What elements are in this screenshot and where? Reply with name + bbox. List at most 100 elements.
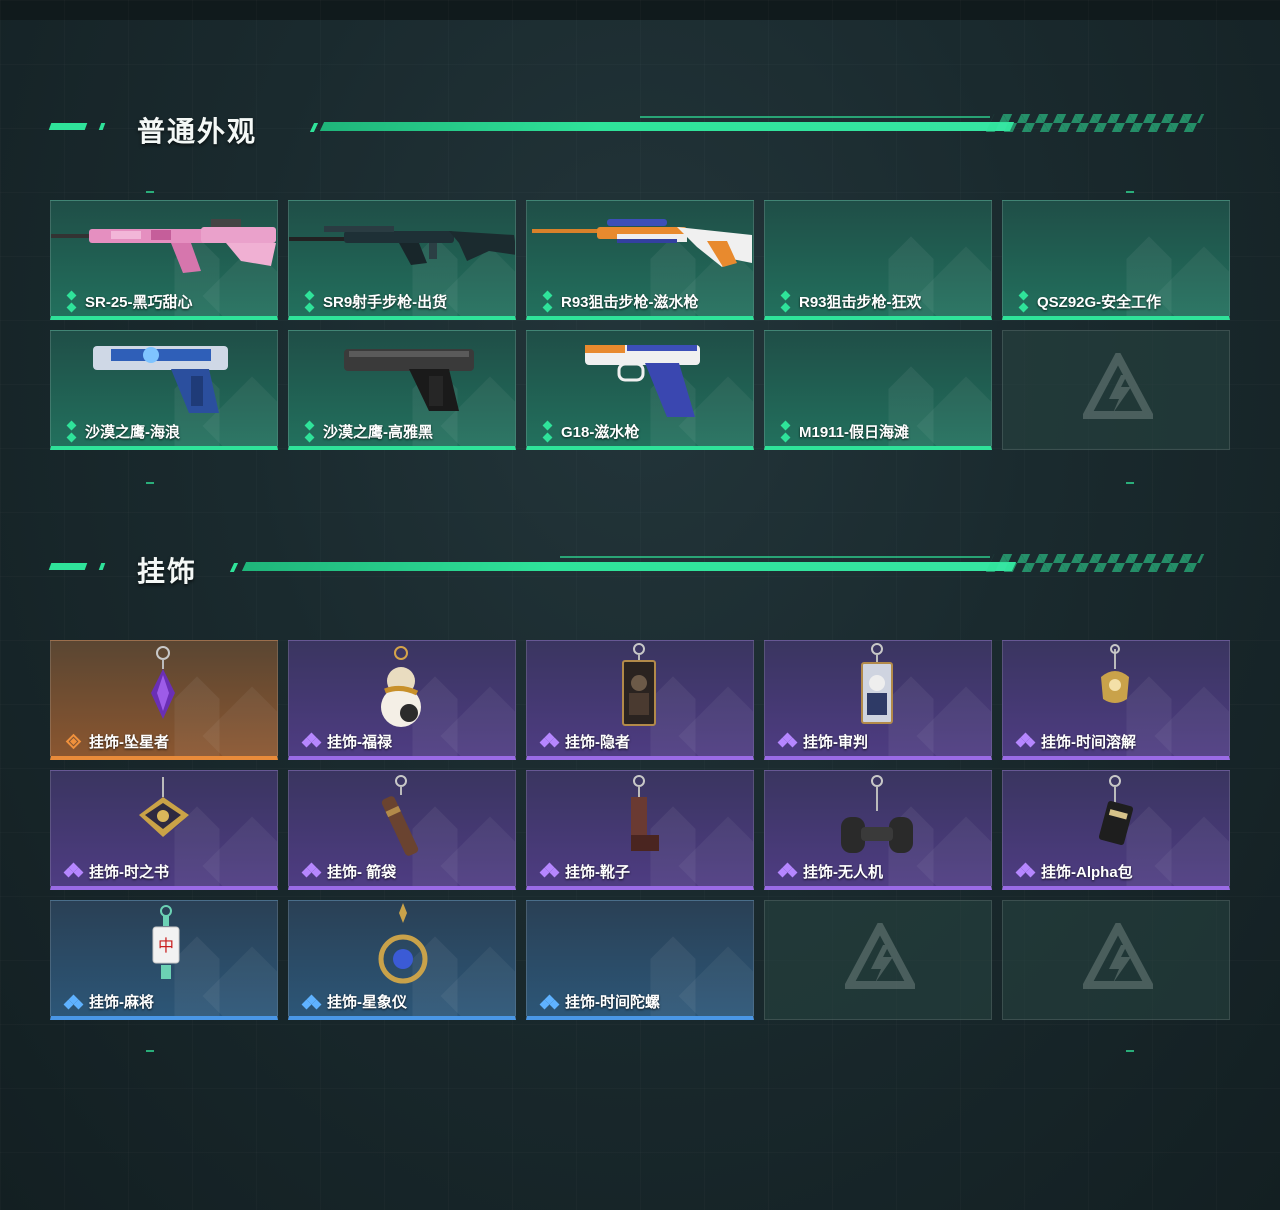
item-name: SR-25-黑巧甜心 xyxy=(85,294,193,311)
rarity-blue-icon xyxy=(63,992,84,1012)
item-label: 挂饰-隐者 xyxy=(539,731,630,752)
rarity-purple-icon xyxy=(539,862,560,882)
book-charm-icon xyxy=(51,771,277,866)
frame-tick xyxy=(1126,1050,1134,1052)
rarity-green-icon xyxy=(541,290,555,312)
rarity-green-icon xyxy=(779,420,793,442)
wave-pistol-icon xyxy=(51,331,277,426)
item-label: SR-25-黑巧甜心 xyxy=(65,290,193,312)
mahjong-tile-charm-icon: 中 xyxy=(51,901,277,996)
drone-charm-icon xyxy=(765,771,991,866)
water-gun-pistol-icon xyxy=(527,331,753,426)
item-label: 挂饰-星象仪 xyxy=(301,991,407,1012)
item-label: 挂饰-Alpha包 xyxy=(1015,861,1133,882)
header-dash xyxy=(98,563,106,570)
header-checker xyxy=(985,114,1205,132)
item-name: SR9射手步枪-出货 xyxy=(323,294,448,311)
item-label: 沙漠之鹰-高雅黑 xyxy=(303,420,433,442)
charms-item-card[interactable]: 挂饰-坠星者 xyxy=(50,640,278,760)
skins-item-card[interactable]: 沙漠之鹰-高雅黑 xyxy=(288,330,516,450)
skins-item-card[interactable]: 沙漠之鹰-海浪 xyxy=(50,330,278,450)
charms-item-card[interactable]: 挂饰-无人机 xyxy=(764,770,992,890)
charms-item-card[interactable]: 挂饰-审判 xyxy=(764,640,992,760)
charms-item-card[interactable] xyxy=(1002,900,1230,1020)
charms-item-card[interactable]: 挂饰-时间陀螺 xyxy=(526,900,754,1020)
item-name: 挂饰-星象仪 xyxy=(327,994,407,1011)
item-name: 挂饰-Alpha包 xyxy=(1041,864,1133,881)
item-label: 挂饰-时间溶解 xyxy=(1015,731,1136,752)
charms-item-card[interactable]: 挂饰-时间溶解 xyxy=(1002,640,1230,760)
rarity-green-icon xyxy=(541,420,555,442)
skins-grid: SR-25-黑巧甜心 SR9射手步枪-出货 R93狙击步枪-滋水枪 R93狙击步枪-狂… xyxy=(50,200,1230,450)
astrolabe-charm-icon xyxy=(289,901,515,996)
charms-item-card[interactable]: 挂饰-靴子 xyxy=(526,770,754,890)
item-label: 挂饰-坠星者 xyxy=(65,731,169,752)
charms-grid: 挂饰-坠星者 挂饰-福禄 挂饰-隐者 挂饰-审判 挂饰-时间溶解挂饰-时之书 挂饰- 箭袋… xyxy=(50,640,1230,1020)
rarity-green-icon xyxy=(779,290,793,312)
charms-item-card[interactable]: 挂饰-时之书 xyxy=(50,770,278,890)
gourd-charm-icon xyxy=(289,641,515,736)
item-name: 挂饰-时之书 xyxy=(89,864,169,881)
header-thin-line xyxy=(560,556,990,558)
item-name: 挂饰- 箭袋 xyxy=(327,864,397,881)
boot-charm-icon xyxy=(527,771,753,866)
rarity-green-icon xyxy=(65,420,79,442)
item-name: R93狙击步枪-滋水枪 xyxy=(561,294,699,311)
rarity-purple-icon xyxy=(301,732,322,752)
rarity-blue-icon xyxy=(301,992,322,1012)
frame-tick xyxy=(146,191,154,193)
rarity-green-icon xyxy=(1017,290,1031,312)
header-thin-line xyxy=(640,116,990,118)
skins-item-card[interactable]: SR-25-黑巧甜心 xyxy=(50,200,278,320)
item-label: M1911-假日海滩 xyxy=(779,420,910,442)
charms-item-card[interactable]: 中挂饰-麻将 xyxy=(50,900,278,1020)
skins-item-card[interactable]: R93狙击步枪-狂欢 xyxy=(764,200,992,320)
background-grid xyxy=(0,0,1280,1210)
charms-item-card[interactable] xyxy=(764,900,992,1020)
item-label: 挂饰-时之书 xyxy=(63,861,169,882)
charms-item-card[interactable]: 挂饰-星象仪 xyxy=(288,900,516,1020)
water-gun-sniper-icon xyxy=(527,201,753,296)
skins-item-card[interactable]: G18-滋水枪 xyxy=(526,330,754,450)
skins-item-card[interactable]: M1911-假日海滩 xyxy=(764,330,992,450)
skins-item-card[interactable]: QSZ92G-安全工作 xyxy=(1002,200,1230,320)
item-label: G18-滋水枪 xyxy=(541,420,640,442)
header-slash xyxy=(309,123,319,132)
charms-item-card[interactable]: 挂饰-隐者 xyxy=(526,640,754,760)
item-name: 挂饰-无人机 xyxy=(803,864,883,881)
header-bar xyxy=(319,122,1015,131)
skins-item-card[interactable]: R93狙击步枪-滋水枪 xyxy=(526,200,754,320)
section-header-charms: 挂饰 xyxy=(0,548,1280,588)
frame-tick xyxy=(1126,482,1134,484)
item-name: 挂饰-靴子 xyxy=(565,864,630,881)
black-pistol-icon xyxy=(289,331,515,426)
rarity-green-icon xyxy=(65,290,79,312)
skins-item-card[interactable]: SR9射手步枪-出货 xyxy=(288,200,516,320)
item-name: 沙漠之鹰-海浪 xyxy=(85,424,180,441)
item-name: 挂饰-坠星者 xyxy=(89,734,169,751)
header-bar xyxy=(241,562,1017,571)
alpha-bag-charm-icon xyxy=(1003,771,1229,866)
item-name: M1911-假日海滩 xyxy=(799,424,910,441)
svg-text:中: 中 xyxy=(158,936,174,955)
skins-item-card[interactable] xyxy=(1002,330,1230,450)
header-dash xyxy=(48,563,88,570)
item-label: 挂饰- 箭袋 xyxy=(301,861,397,882)
item-name: 挂饰-隐者 xyxy=(565,734,630,751)
item-name: 挂饰-麻将 xyxy=(89,994,154,1011)
pink-camo-rifle-icon xyxy=(51,201,277,296)
item-name: 沙漠之鹰-高雅黑 xyxy=(323,424,433,441)
rarity-purple-icon xyxy=(1015,862,1036,882)
header-slash xyxy=(229,563,239,572)
charms-item-card[interactable]: 挂饰- 箭袋 xyxy=(288,770,516,890)
item-name: G18-滋水枪 xyxy=(561,424,640,441)
quiver-charm-icon xyxy=(289,771,515,866)
charms-item-card[interactable]: 挂饰-Alpha包 xyxy=(1002,770,1230,890)
melting-clock-charm-icon xyxy=(1003,641,1229,736)
item-label: 挂饰-审判 xyxy=(777,731,868,752)
rarity-purple-icon xyxy=(539,732,560,752)
rarity-purple-icon xyxy=(63,862,84,882)
item-label: R93狙击步枪-滋水枪 xyxy=(541,290,699,312)
section-title-skins: 普通外观 xyxy=(137,116,258,147)
charms-item-card[interactable]: 挂饰-福禄 xyxy=(288,640,516,760)
